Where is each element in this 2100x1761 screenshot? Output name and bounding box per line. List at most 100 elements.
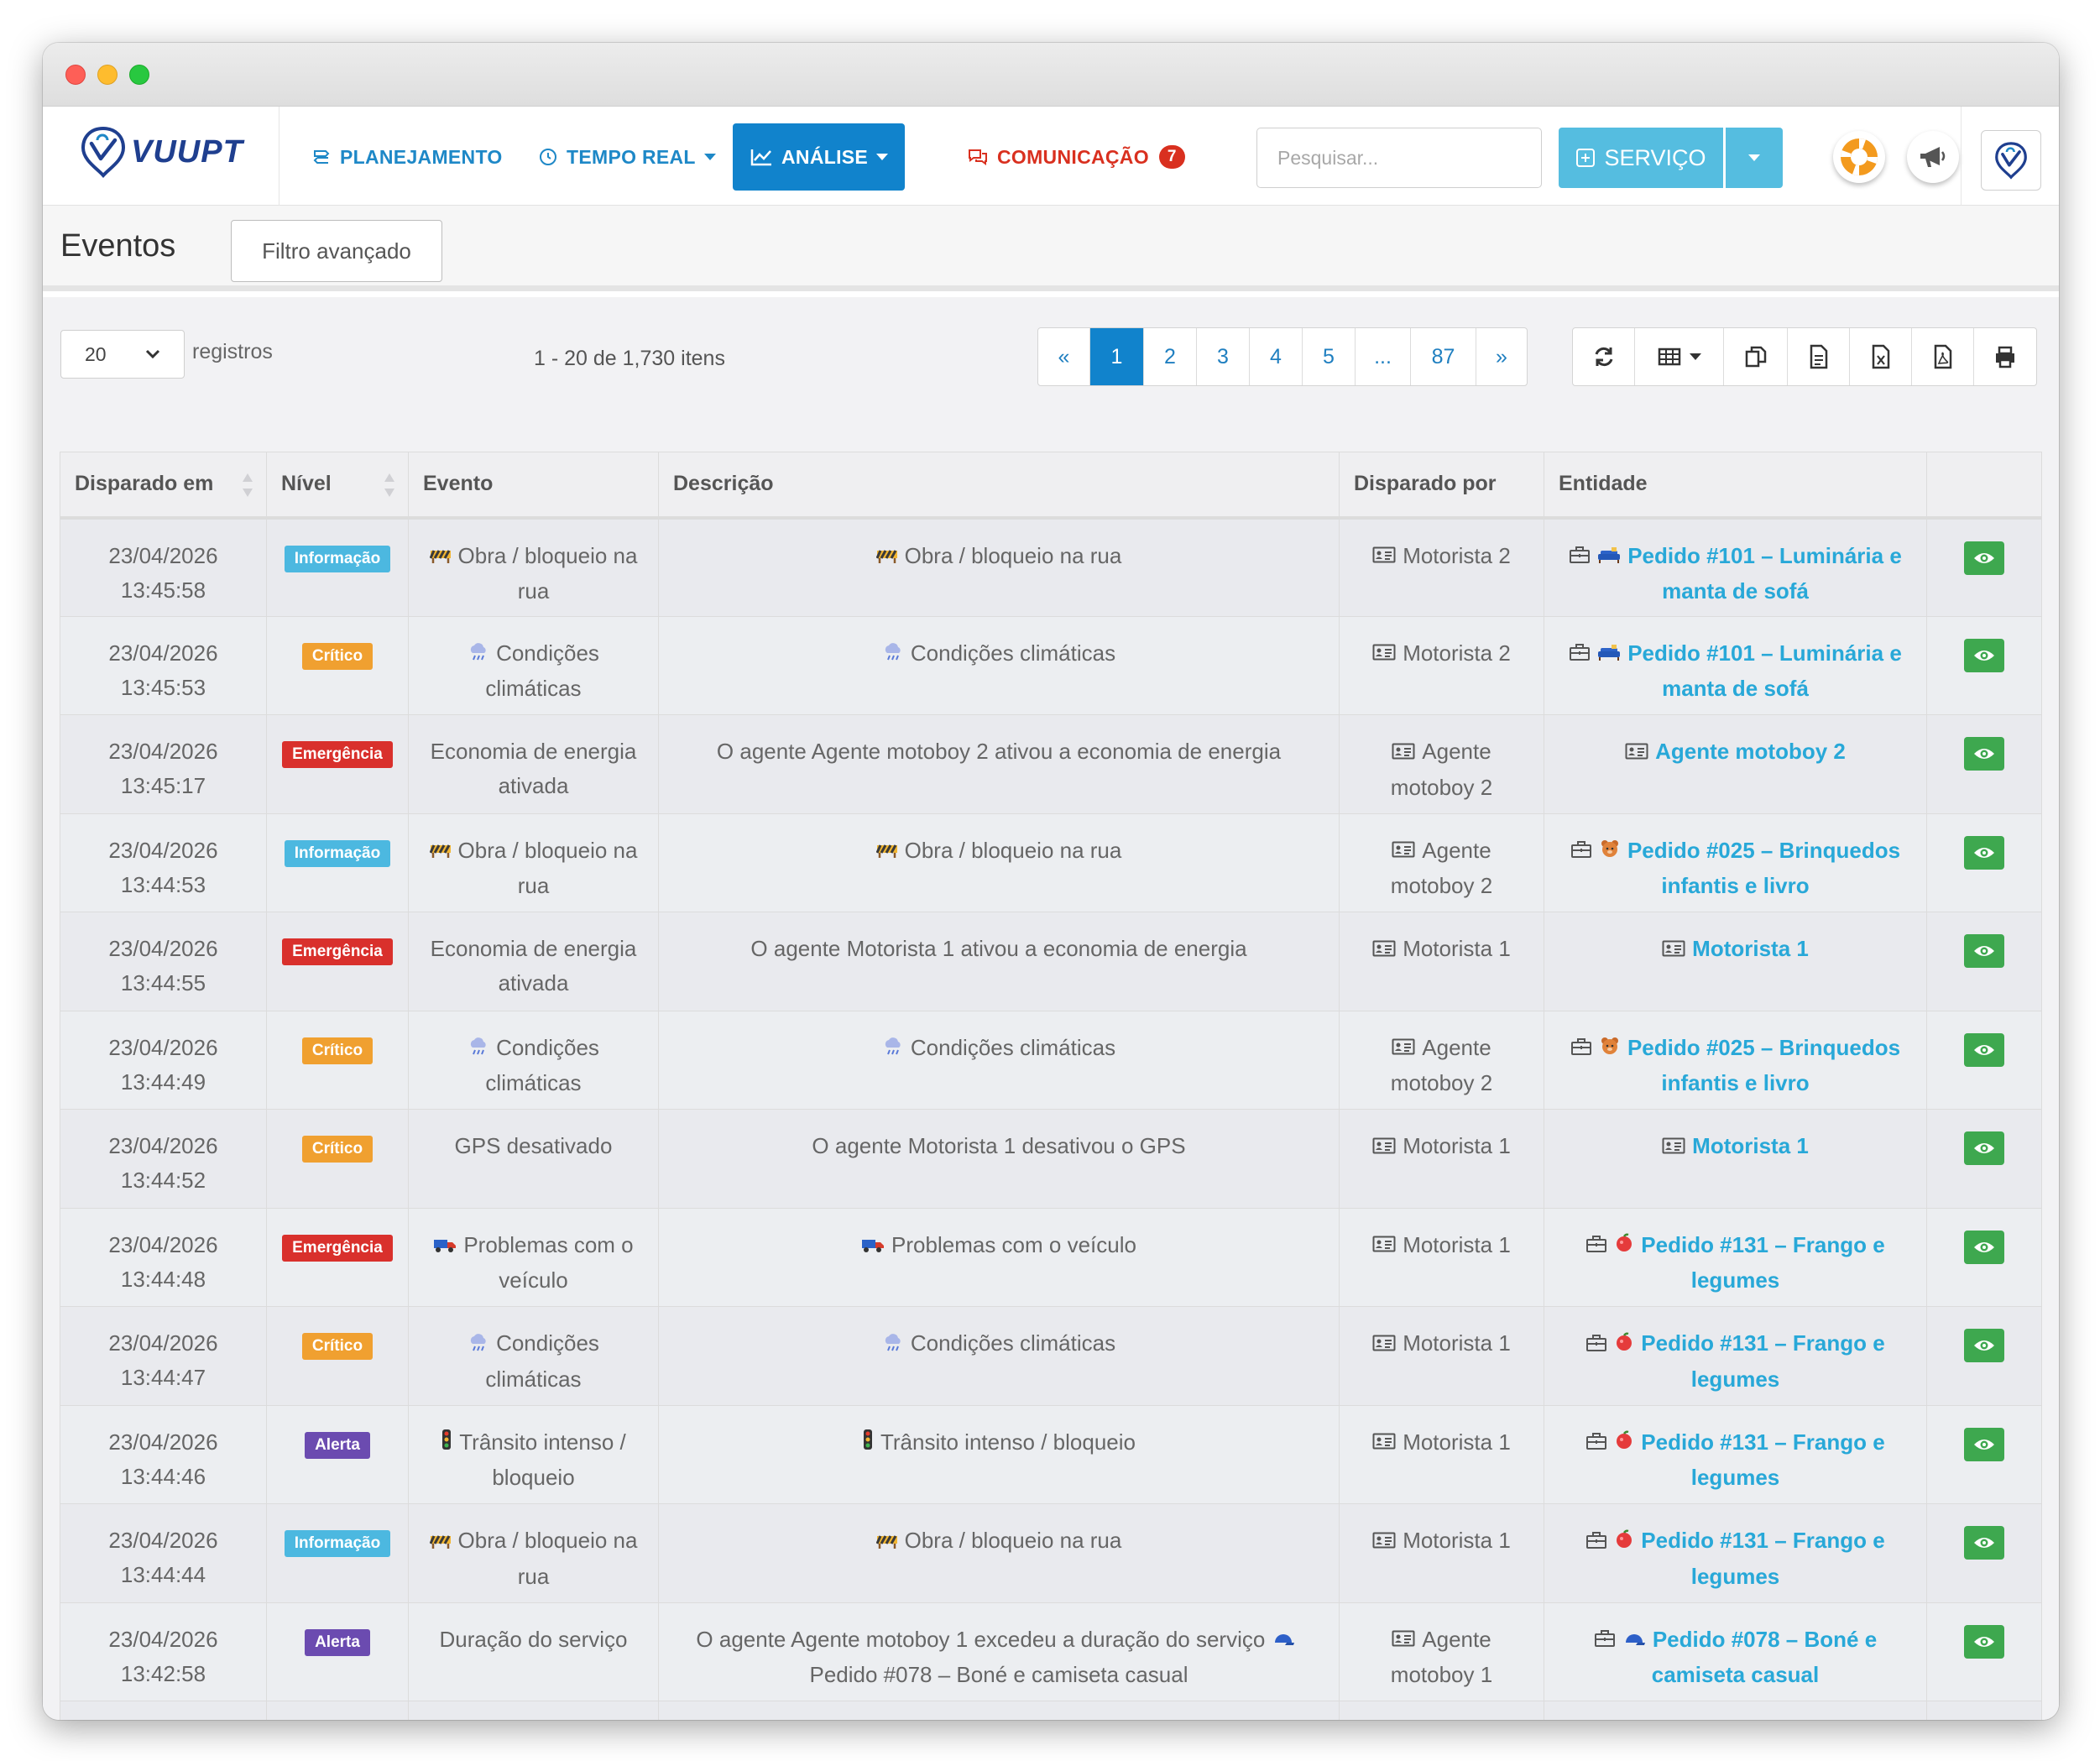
table-row[interactable]: 23/04/2026 13:44:55 Emergência Economia de … (60, 912, 2042, 1011)
table-row[interactable]: 23/04/2026 13:44:52 Crítico GPS desativado O… (60, 1109, 2042, 1209)
event-name: GPS desativado (454, 1133, 613, 1158)
pagination-item[interactable]: » (1476, 328, 1527, 385)
per-page-label: registros (192, 340, 273, 363)
pagination-item[interactable]: 87 (1411, 328, 1476, 385)
pagination-item[interactable]: « (1038, 328, 1090, 385)
entity-link[interactable]: Pedido #101 – Luminária e manta de sofá (1627, 640, 1902, 702)
table-row[interactable]: 23/04/2026 13:45:53 Crítico Condições climá… (60, 616, 2042, 715)
level-badge: Emergência (282, 1234, 393, 1262)
view-event-button[interactable] (1964, 737, 2004, 771)
plus-square-icon (1576, 149, 1596, 167)
cell-description: Obra / bloqueio na rua (658, 1503, 1340, 1603)
view-event-button[interactable] (1964, 1624, 2004, 1659)
export-pdf-button[interactable] (1912, 328, 1974, 385)
view-event-button[interactable] (1964, 835, 2004, 870)
cell-actions (1926, 1011, 2042, 1110)
column-header-level[interactable]: Nível (266, 452, 409, 520)
view-event-button[interactable] (1964, 638, 2004, 672)
table-row[interactable]: 23/04/2026 13:44:48 Emergência Problemas co… (60, 1208, 2042, 1307)
table-row[interactable]: 23/04/2026 13:44:47 Crítico Condições climá… (60, 1306, 2042, 1406)
event-description: Condições climáticas (910, 1034, 1116, 1060)
triggered-by-name: Motorista 2 (1403, 542, 1511, 568)
pagination-item[interactable]: 1 (1090, 328, 1144, 385)
nav-planejamento[interactable]: PLANEJAMENTO (295, 123, 520, 191)
pagination-item[interactable]: 3 (1197, 328, 1250, 385)
cell-date: 23/04/2026 13:44:52 (60, 1109, 267, 1209)
search-box[interactable] (1256, 128, 1542, 188)
entity-link[interactable]: Pedido #025 – Brinquedos infantis e livr… (1627, 838, 1900, 899)
service-dropdown-button[interactable] (1726, 128, 1783, 188)
column-header-date[interactable]: Disparado em (60, 452, 267, 520)
sofa-icon (1597, 540, 1621, 574)
cell-date: 23/04/2026 13:44:44 (60, 1503, 267, 1603)
pagination-item[interactable]: 5 (1303, 328, 1356, 385)
view-event-button[interactable] (1964, 1230, 2004, 1264)
level-badge: Informação (284, 545, 391, 572)
entity-link[interactable]: Agente motoboy 2 (1655, 739, 1846, 764)
account-logo-button[interactable] (1981, 130, 2041, 191)
entity-link[interactable]: Motorista 1 (1692, 1133, 1809, 1158)
cell-entity: Pedido #025 – Brinquedos infantis e livr… (1544, 1011, 1927, 1110)
nav-comunicacao[interactable]: COMUNICAÇÃO 7 (950, 123, 1202, 191)
table-row[interactable]: 23/04/2026 13:45:58 Informação Obra / bloqu… (60, 517, 2042, 617)
id-card-icon (1392, 1032, 1415, 1066)
entity-link[interactable]: Pedido #131 – Frango e legumes (1641, 1528, 1884, 1589)
cell-actions (1926, 616, 2042, 715)
per-page-select[interactable]: 20 (60, 330, 185, 379)
pagination-item[interactable]: 2 (1144, 328, 1197, 385)
triggered-by-name: Motorista 1 (1403, 1528, 1511, 1553)
event-date: 23/04/2026 (108, 1034, 218, 1060)
entity-link[interactable]: Pedido #131 – Frango e legumes (1641, 1232, 1884, 1293)
briefcase-icon (1569, 540, 1591, 574)
close-window-button[interactable] (65, 65, 86, 85)
entity-link[interactable]: Pedido #078 – Boné e camiseta casual (1652, 1627, 1877, 1688)
announcements-button[interactable] (1907, 131, 1959, 183)
minimize-window-button[interactable] (97, 65, 118, 85)
apple-icon (1614, 1328, 1634, 1362)
search-input[interactable] (1277, 146, 1526, 170)
view-event-button[interactable] (1964, 1032, 2004, 1067)
cell-level: Crítico (266, 616, 409, 715)
refresh-button[interactable] (1573, 328, 1635, 385)
event-date: 23/04/2026 (108, 1429, 218, 1455)
entity-link[interactable]: Pedido #131 – Frango e legumes (1641, 1330, 1884, 1392)
brand-logo[interactable]: VUUPT (79, 125, 243, 179)
table-row[interactable]: 23/04/202613:42:53EmergênciaProblemas co… (60, 1701, 2042, 1720)
view-event-button[interactable] (1964, 1131, 2004, 1165)
cell-triggered-by: Agente motoboy 2 (1339, 714, 1544, 814)
entity-link[interactable]: Pedido #025 – Brinquedos infantis e livr… (1627, 1035, 1900, 1096)
nav-tempo-real[interactable]: TEMPO REAL (521, 123, 733, 191)
view-event-button[interactable] (1964, 541, 2004, 575)
table-row[interactable]: 23/04/2026 13:44:53 Informação Obra / bloqu… (60, 813, 2042, 912)
add-service-button[interactable]: SERVIÇO (1559, 128, 1723, 188)
help-button[interactable] (1833, 131, 1885, 183)
view-event-button[interactable] (1964, 934, 2004, 968)
columns-toggle-button[interactable] (1635, 328, 1724, 385)
view-event-button[interactable] (1964, 1526, 2004, 1560)
table-row[interactable]: 23/04/2026 13:44:44 Informação Obra / bloqu… (60, 1503, 2042, 1603)
copy-button[interactable] (1724, 328, 1788, 385)
pagination-item[interactable]: 4 (1250, 328, 1303, 385)
maximize-window-button[interactable] (129, 65, 149, 85)
table-row[interactable]: 23/04/2026 13:42:58 Alerta Duração do servi… (60, 1602, 2042, 1701)
export-csv-button[interactable] (1788, 328, 1850, 385)
print-button[interactable] (1974, 328, 2036, 385)
cell-description: O agente Motorista 1 ativou a economia d… (658, 912, 1340, 1011)
event-time: 13:44:52 (120, 1168, 206, 1193)
entity-link[interactable]: Motorista 1 (1692, 936, 1809, 961)
view-event-button[interactable] (1964, 1427, 2004, 1461)
cell-actions (1926, 813, 2042, 912)
advanced-filter-button[interactable]: Filtro avançado (231, 220, 442, 282)
cell-entity: Agente motoboy 2 (1544, 714, 1927, 814)
entity-link[interactable]: Pedido #101 – Luminária e manta de sofá (1627, 543, 1902, 604)
level-badge: Crítico (301, 1136, 374, 1163)
table-row[interactable]: 23/04/2026 13:44:49 Crítico Condições climá… (60, 1011, 2042, 1110)
event-description: O agente Agente motoboy 1 excedeu a dura… (696, 1626, 1266, 1652)
table-row[interactable]: 23/04/2026 13:44:46 Alerta Trânsito intenso… (60, 1405, 2042, 1504)
nav-analise[interactable]: ANÁLISE (733, 123, 906, 191)
entity-link[interactable]: Pedido #131 – Frango e legumes (1641, 1429, 1884, 1491)
table-row[interactable]: 23/04/2026 13:45:17 Emergência Economia de … (60, 714, 2042, 814)
export-excel-button[interactable] (1850, 328, 1912, 385)
column-header-event: Evento (408, 452, 659, 520)
view-event-button[interactable] (1964, 1329, 2004, 1362)
